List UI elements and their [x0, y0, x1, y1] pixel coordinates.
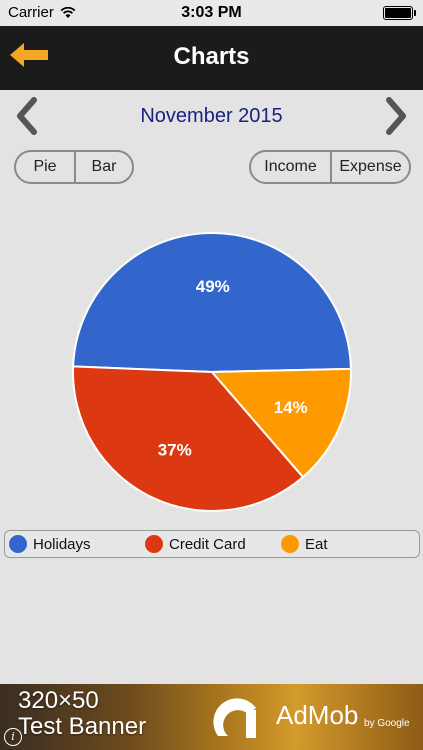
page-title: Charts — [173, 43, 250, 70]
legend-color-dot — [281, 535, 299, 553]
chart-legend: Holidays Credit Card Eat — [4, 530, 420, 558]
month-label: November 2015 — [140, 105, 283, 127]
status-bar: Carrier 3:03 PM — [0, 0, 423, 26]
battery-icon — [383, 6, 416, 20]
legend-label: Credit Card — [169, 535, 246, 553]
legend-color-dot — [145, 535, 163, 553]
admob-logo-icon — [213, 698, 256, 738]
next-month-button[interactable] — [381, 96, 411, 136]
ad-size-label: 320×50 — [18, 687, 99, 714]
ad-text: 320×50 Test Banner — [18, 688, 146, 740]
legend-label: Eat — [305, 535, 328, 553]
pie-label-eat: 14% — [274, 398, 308, 417]
ad-by-google: by Google — [364, 718, 410, 729]
info-icon[interactable]: i — [4, 728, 22, 746]
legend-item-holidays: Holidays — [9, 535, 91, 553]
pie-button[interactable]: Pie — [16, 152, 74, 182]
ad-brand: AdMob — [276, 700, 359, 730]
ad-banner[interactable]: 320×50 Test Banner AdMob by Google i — [0, 684, 423, 750]
legend-item-eat: Eat — [281, 535, 328, 553]
pie-label-credit-card: 37% — [158, 440, 192, 459]
bar-button[interactable]: Bar — [74, 152, 132, 182]
legend-label: Holidays — [33, 535, 91, 553]
ad-title: Test Banner — [18, 713, 147, 740]
pie-slice-holidays[interactable] — [72, 232, 352, 374]
month-navigator: November 2015 — [0, 90, 423, 142]
chart-type-toggle: Pie Bar — [14, 150, 134, 184]
status-time: 3:03 PM — [181, 4, 242, 21]
legend-item-credit-card: Credit Card — [145, 535, 246, 553]
pie-label-holidays: 49% — [196, 277, 230, 296]
legend-color-dot — [9, 535, 27, 553]
income-button[interactable]: Income — [251, 152, 330, 182]
pie-chart: 49% 37% 14% — [72, 232, 352, 512]
expense-button[interactable]: Expense — [330, 152, 409, 182]
chevron-right-icon — [386, 97, 406, 135]
nav-bar: Charts — [0, 26, 423, 90]
transaction-type-toggle: Income Expense — [249, 150, 411, 184]
